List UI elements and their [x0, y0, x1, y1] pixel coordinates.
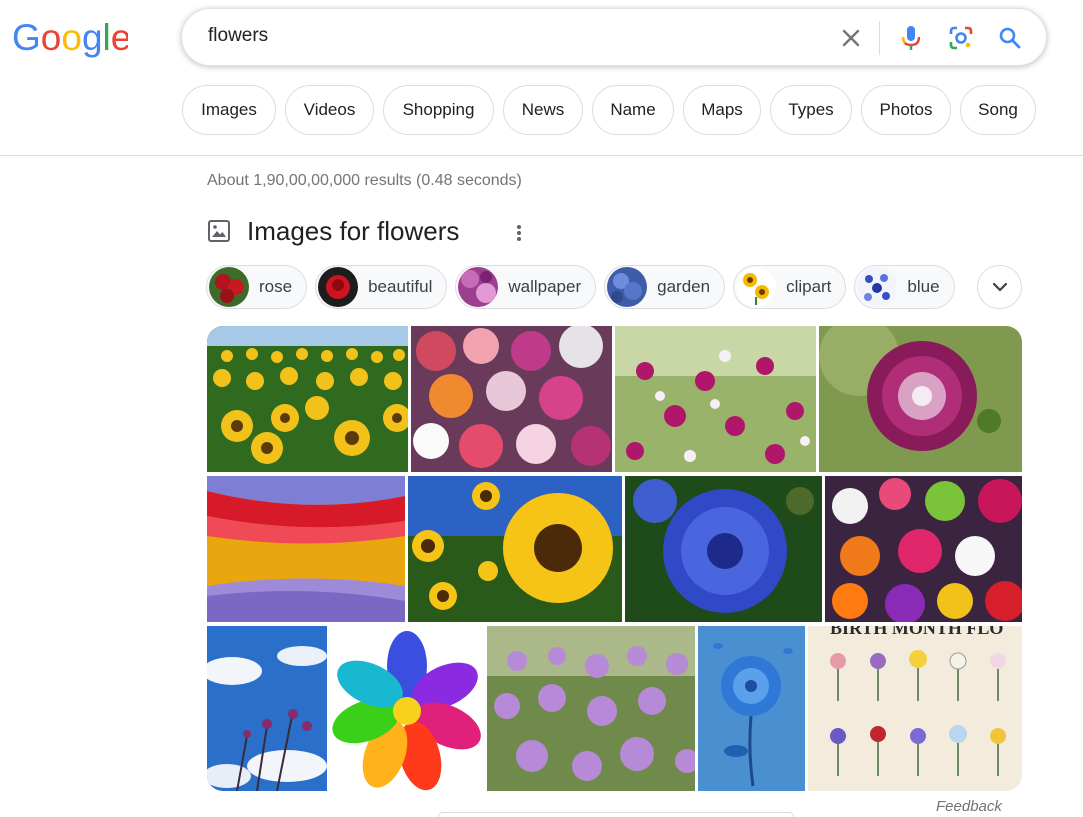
image-flower-field-rows[interactable]: [207, 476, 405, 622]
search-input[interactable]: [208, 25, 808, 47]
image-sunflowers-sky[interactable]: [408, 476, 622, 622]
image-cosmos-meadow[interactable]: [615, 326, 816, 472]
google-logo[interactable]: Google: [12, 17, 131, 58]
refine-label: rose: [259, 277, 293, 296]
search-filters: Images Videos Shopping News Name Maps Ty…: [182, 85, 1036, 135]
refine-rose[interactable]: rose: [206, 265, 308, 309]
image-sunflower-field[interactable]: [207, 326, 408, 472]
refine-wallpaper[interactable]: wallpaper: [455, 265, 597, 309]
expand-refinements-button[interactable]: [977, 265, 1022, 309]
refine-label: garden: [657, 277, 711, 296]
beautiful-thumbnail: [318, 267, 359, 307]
image-chive-blossoms[interactable]: [487, 626, 695, 791]
image-blue-flower-on-blue[interactable]: [698, 626, 805, 791]
wallpaper-thumbnail: [458, 267, 499, 307]
refine-garden[interactable]: garden: [604, 265, 726, 309]
image-blue-cornflower[interactable]: [625, 476, 822, 622]
refine-clipart[interactable]: clipart: [733, 265, 847, 309]
feedback-link[interactable]: Feedback: [936, 798, 1002, 815]
filter-shopping[interactable]: Shopping: [383, 85, 494, 135]
filter-images[interactable]: Images: [182, 85, 276, 135]
filter-news[interactable]: News: [503, 85, 583, 135]
logo-letter: e: [111, 18, 128, 58]
images-section-title[interactable]: Images for flowers: [247, 216, 459, 247]
more-options-icon[interactable]: [508, 221, 530, 245]
svg-text:Google: Google: [12, 18, 128, 58]
image-icon: [207, 219, 231, 243]
result-stats: About 1,90,00,00,000 results (0.48 secon…: [207, 172, 522, 189]
image-purple-dahlia[interactable]: [819, 326, 1022, 472]
filter-videos[interactable]: Videos: [285, 85, 374, 135]
filter-song[interactable]: Song: [960, 85, 1036, 135]
chevron-down-icon: [992, 282, 1007, 292]
filter-photos[interactable]: Photos: [861, 85, 951, 135]
logo-letter: o: [41, 18, 62, 58]
image-mixed-bouquet[interactable]: [411, 326, 612, 472]
image-rainbow-flower[interactable]: [330, 626, 484, 791]
image-colorful-bouquet[interactable]: [825, 476, 1022, 622]
search-divider: [879, 21, 880, 55]
clear-icon[interactable]: [837, 24, 865, 52]
refine-label: wallpaper: [508, 277, 582, 296]
more-results-bar[interactable]: [438, 812, 794, 817]
image-birth-month-flowers-chart[interactable]: BIRTH MONTH FLO: [808, 626, 1022, 791]
image-grid: BIRTH MONTH FLO: [207, 326, 1022, 791]
logo-letter: G: [12, 18, 41, 58]
rose-thumbnail: [209, 267, 249, 307]
microphone-icon[interactable]: [897, 24, 925, 52]
refine-blue[interactable]: blue: [854, 265, 955, 309]
blue-thumbnail: [857, 267, 898, 307]
header-divider: [0, 155, 1083, 156]
search-box[interactable]: [181, 8, 1047, 66]
garden-thumbnail: [607, 267, 648, 307]
logo-letter: l: [103, 18, 111, 58]
logo-letter: o: [61, 18, 82, 58]
camera-lens-icon[interactable]: [947, 24, 975, 52]
image-sky-wildflowers[interactable]: [207, 626, 327, 791]
logo-letter: g: [82, 18, 103, 58]
filter-types[interactable]: Types: [770, 85, 852, 135]
image-refinements: rose beautiful wallpaper garden clipart …: [206, 265, 955, 309]
refine-label: clipart: [786, 277, 832, 296]
chart-heading-text: BIRTH MONTH FLO: [830, 626, 1003, 638]
refine-label: blue: [907, 277, 940, 296]
clipart-thumbnail: [736, 267, 777, 307]
refine-beautiful[interactable]: beautiful: [315, 265, 448, 309]
search-icon[interactable]: [996, 24, 1024, 52]
refine-label: beautiful: [368, 277, 433, 296]
filter-maps[interactable]: Maps: [683, 85, 761, 135]
filter-name[interactable]: Name: [592, 85, 674, 135]
